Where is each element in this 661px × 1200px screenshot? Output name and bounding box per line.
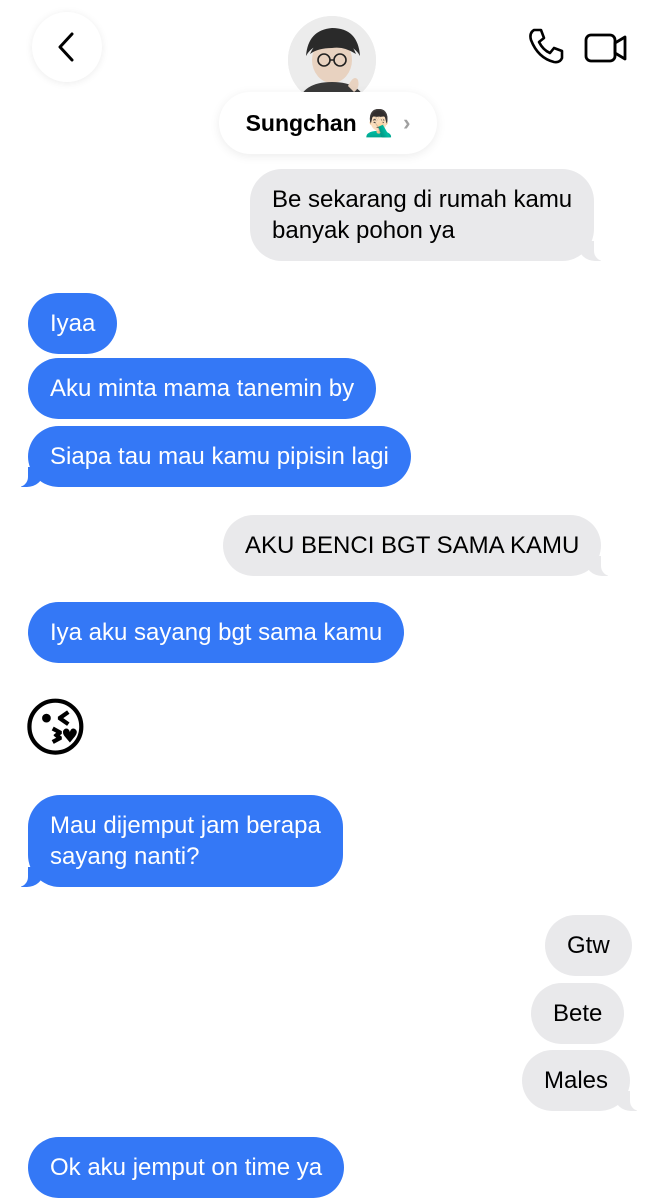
emoji-message[interactable]: 😘 — [22, 688, 89, 768]
message-line: banyak pohon ya — [272, 217, 455, 244]
message-text: Aku minta mama tanemin by — [50, 375, 355, 402]
message-bubble-outgoing[interactable]: Gtw — [545, 915, 632, 976]
message-text: Iya aku sayang bgt sama kamu — [50, 619, 383, 646]
contact-name: Sungchan — [245, 109, 357, 136]
message-line: sayang nanti? — [50, 843, 200, 870]
message-text: Siapa tau mau kamu pipisin lagi — [50, 443, 389, 470]
emoji-text: 😘 — [22, 692, 89, 764]
message-bubble-outgoing[interactable]: Be sekarang di rumah kamu banyak pohon y… — [250, 169, 607, 261]
message-bubble-incoming[interactable]: Mau dijemput jam berapa sayang nanti? — [16, 795, 343, 887]
message-bubble-outgoing[interactable]: Bete — [531, 983, 625, 1044]
chat-header: Sungchan 🤦🏻‍♂️ › — [0, 0, 661, 160]
video-camera-icon[interactable] — [584, 28, 628, 68]
message-bubble-incoming[interactable]: Iya aku sayang bgt sama kamu — [28, 602, 405, 663]
back-button[interactable] — [32, 12, 102, 82]
message-text: Gtw — [567, 932, 610, 959]
chevron-right-icon: › — [403, 110, 411, 135]
message-bubble-incoming[interactable]: Ok aku jemput on time ya — [28, 1137, 345, 1198]
message-text: Males — [544, 1067, 609, 1094]
message-bubble-incoming[interactable]: Aku minta mama tanemin by — [28, 358, 377, 419]
contact-emoji: 🤦🏻‍♂️ — [362, 108, 396, 138]
message-text: Bete — [553, 1000, 603, 1027]
chevron-left-icon — [58, 32, 74, 62]
contact-avatar[interactable] — [288, 16, 376, 104]
phone-icon[interactable] — [526, 26, 566, 66]
message-text: AKU BENCI BGT SAMA KAMU — [245, 532, 580, 559]
avatar-image — [288, 16, 376, 104]
message-bubble-outgoing[interactable]: Males — [522, 1050, 643, 1111]
message-line: Mau dijemput jam berapa — [50, 812, 321, 839]
message-line: Be sekarang di rumah kamu — [272, 186, 573, 213]
message-bubble-incoming[interactable]: Siapa tau mau kamu pipisin lagi — [16, 426, 411, 487]
message-bubble-outgoing[interactable]: AKU BENCI BGT SAMA KAMU — [223, 515, 614, 576]
message-bubble-incoming[interactable]: Iyaa — [28, 293, 118, 354]
message-text: Ok aku jemput on time ya — [50, 1154, 323, 1181]
contact-name-button[interactable]: Sungchan 🤦🏻‍♂️ › — [219, 92, 437, 154]
message-text: Iyaa — [50, 310, 96, 337]
